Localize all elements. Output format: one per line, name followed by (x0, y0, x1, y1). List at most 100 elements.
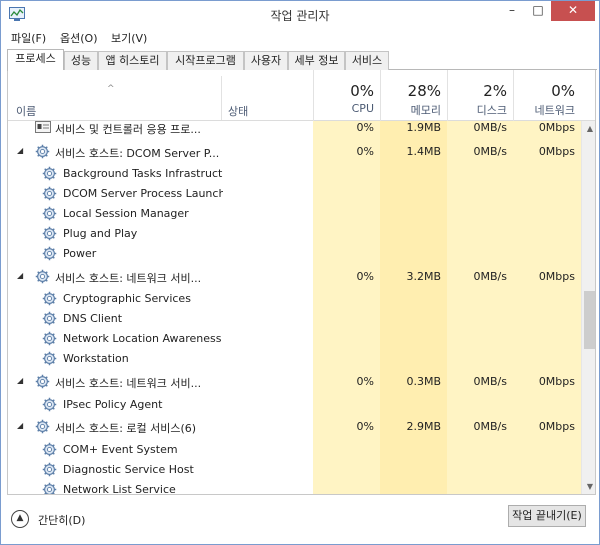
service-row[interactable]: Workstation (8, 349, 581, 369)
service-row[interactable]: Plug and Play (8, 224, 581, 244)
service-row[interactable]: Diagnostic Service Host (8, 460, 581, 480)
service-row[interactable]: Power (8, 244, 581, 264)
scroll-thumb[interactable] (584, 291, 595, 349)
value-disk: 0MB/s (473, 375, 507, 388)
menu-bar: 파일(F) 옵션(O) 보기(V) (1, 28, 599, 46)
minimize-button[interactable]: – (499, 1, 525, 21)
tab-app-history[interactable]: 앱 히스토리 (98, 51, 167, 70)
end-task-button[interactable]: 작업 끝내기(E) (508, 505, 586, 527)
chevron-up-circle-icon: ▲ (11, 510, 29, 528)
value-cpu: 0% (356, 375, 374, 388)
header-disk[interactable]: 2% 디스크 (447, 70, 513, 121)
column-header: ^ 이름 상태 0% CPU 28% 메모리 2% 디스크 0% 네트워크 (8, 70, 595, 121)
service-gear-icon (35, 144, 50, 159)
service-gear-icon (42, 166, 57, 181)
process-row[interactable]: ◢ 서비스 호스트: DCOM Server P... 0% 1.4MB 0MB/s 0M… (8, 142, 581, 162)
service-gear-icon (42, 226, 57, 241)
value-disk: 0MB/s (473, 121, 507, 134)
service-row[interactable]: Cryptographic Services (8, 289, 581, 309)
scroll-up-arrow-icon[interactable]: ▲ (582, 121, 595, 137)
service-name: COM+ Event System (63, 443, 178, 456)
expand-arrow-icon[interactable]: ◢ (17, 146, 23, 155)
service-name: Workstation (63, 352, 129, 365)
process-row[interactable]: ◢ 서비스 호스트: 네트워크 서비... 0% 0.3MB 0MB/s 0Mbps (8, 372, 581, 392)
process-row[interactable]: ◢ 서비스 호스트: 네트워크 서비... 0% 3.2MB 0MB/s 0Mbps (8, 267, 581, 287)
service-row[interactable]: IPsec Policy Agent (8, 395, 581, 415)
tab-processes[interactable]: 프로세스 (7, 49, 64, 71)
network-total-pct: 0% (551, 82, 575, 100)
service-gear-icon (42, 311, 57, 326)
sort-indicator-icon: ^ (107, 84, 115, 94)
service-gear-icon (42, 186, 57, 201)
service-gear-icon (35, 419, 50, 434)
value-mem: 1.4MB (406, 145, 441, 158)
value-cpu: 0% (356, 420, 374, 433)
value-mem: 1.9MB (406, 121, 441, 134)
service-name: Plug and Play (63, 227, 138, 240)
tab-performance[interactable]: 성능 (64, 51, 98, 70)
memory-total-pct: 28% (407, 82, 441, 100)
tab-strip: 프로세스 성능 앱 히스토리 시작프로그램 사용자 세부 정보 서비스 (7, 49, 597, 71)
service-row[interactable]: COM+ Event System (8, 440, 581, 460)
value-net: 0Mbps (538, 121, 575, 134)
scroll-down-arrow-icon[interactable]: ▼ (582, 479, 595, 494)
service-controller-icon (35, 121, 51, 133)
service-gear-icon (42, 291, 57, 306)
value-mem: 3.2MB (406, 270, 441, 283)
value-net: 0Mbps (538, 145, 575, 158)
service-gear-icon (42, 206, 57, 221)
value-mem: 2.9MB (406, 420, 441, 433)
tab-users[interactable]: 사용자 (244, 51, 288, 70)
process-list-panel: ^ 이름 상태 0% CPU 28% 메모리 2% 디스크 0% 네트워크 서비… (7, 70, 596, 495)
expand-arrow-icon[interactable]: ◢ (17, 421, 23, 430)
fewer-details-button[interactable]: ▲ 간단히(D) (11, 510, 91, 530)
header-network[interactable]: 0% 네트워크 (513, 70, 581, 121)
tab-startup[interactable]: 시작프로그램 (167, 51, 244, 70)
menu-file[interactable]: 파일(F) (11, 30, 46, 46)
value-disk: 0MB/s (473, 420, 507, 433)
value-cpu: 0% (356, 145, 374, 158)
memory-label: 메모리 (410, 104, 441, 117)
service-row[interactable]: Background Tasks Infrastructu... (8, 164, 581, 184)
value-cpu: 0% (356, 270, 374, 283)
service-row[interactable]: Network Location Awareness (8, 329, 581, 349)
process-row[interactable]: 서비스 및 컨트롤러 응용 프로... 0% 1.9MB 0MB/s 0Mbps (8, 118, 581, 138)
maximize-button[interactable]: □ (525, 1, 551, 21)
service-row[interactable]: DNS Client (8, 309, 581, 329)
service-row[interactable]: Local Session Manager (8, 204, 581, 224)
expand-arrow-icon[interactable]: ◢ (17, 271, 23, 280)
header-name[interactable]: 이름 (16, 103, 36, 119)
service-gear-icon (35, 374, 50, 389)
process-name: 서비스 호스트: 네트워크 서비... (55, 377, 202, 390)
value-net: 0Mbps (538, 420, 575, 433)
process-row[interactable]: ◢ 서비스 호스트: 로컬 서비스(6) 0% 2.9MB 0MB/s 0Mbps (8, 417, 581, 437)
service-row[interactable]: Network List Service (8, 480, 581, 495)
service-gear-icon (42, 482, 57, 494)
service-row[interactable]: DCOM Server Process Launch... (8, 184, 581, 204)
process-name: 서비스 및 컨트롤러 응용 프로... (55, 123, 201, 136)
tab-details[interactable]: 세부 정보 (288, 51, 345, 70)
title-bar[interactable]: 작업 관리자 – □ ✕ (1, 1, 599, 28)
header-status[interactable]: 상태 (228, 103, 248, 119)
expand-arrow-icon[interactable]: ◢ (17, 376, 23, 385)
service-gear-icon (42, 351, 57, 366)
header-memory[interactable]: 28% 메모리 (380, 70, 447, 121)
header-cpu[interactable]: 0% CPU (313, 70, 380, 121)
menu-view[interactable]: 보기(V) (111, 30, 147, 46)
value-disk: 0MB/s (473, 145, 507, 158)
value-disk: 0MB/s (473, 270, 507, 283)
service-gear-icon (42, 331, 57, 346)
service-name: DCOM Server Process Launch... (63, 187, 223, 200)
menu-options[interactable]: 옵션(O) (60, 30, 97, 46)
tab-services[interactable]: 서비스 (345, 51, 389, 70)
close-button[interactable]: ✕ (551, 1, 595, 21)
service-name: Network List Service (63, 483, 176, 495)
process-name: 서비스 호스트: 네트워크 서비... (55, 272, 202, 285)
value-mem: 0.3MB (406, 375, 441, 388)
process-name: 서비스 호스트: 로컬 서비스(6) (55, 422, 197, 435)
vertical-scrollbar[interactable]: ▲ ▼ (581, 121, 595, 494)
disk-label: 디스크 (476, 104, 507, 117)
cpu-total-pct: 0% (350, 82, 374, 100)
header-divider (221, 76, 222, 120)
service-name: Power (63, 247, 97, 260)
